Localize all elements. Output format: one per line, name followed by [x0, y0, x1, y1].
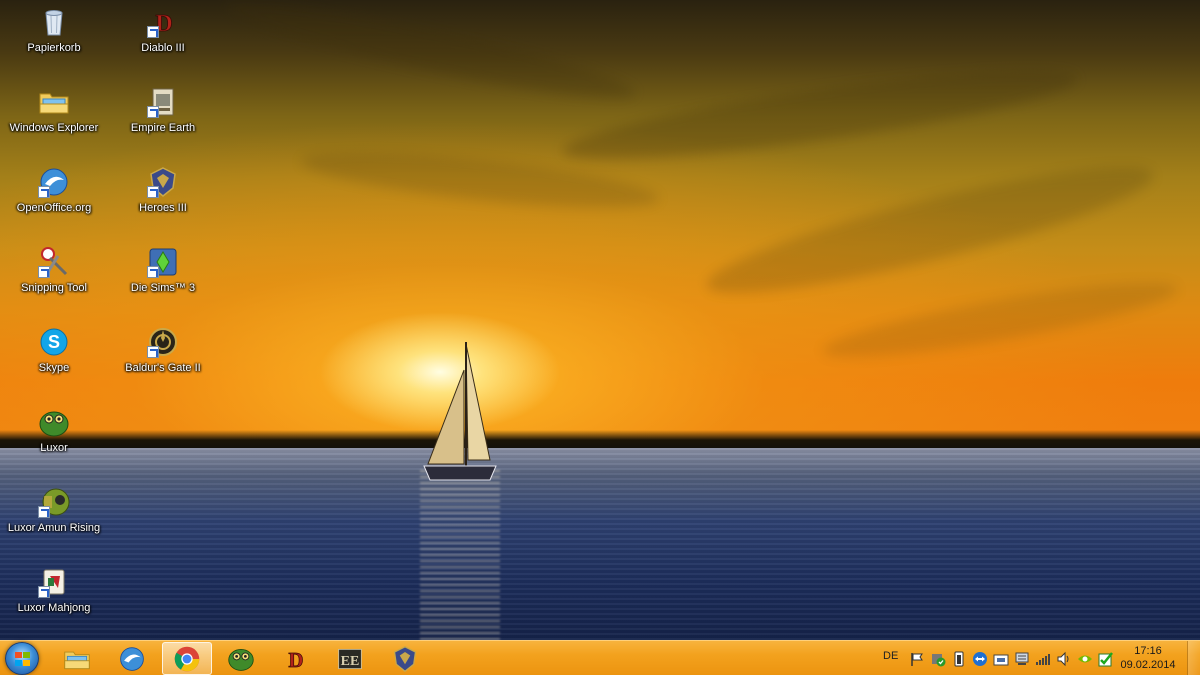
desktop-icon-label: Baldur's Gate II	[125, 362, 201, 374]
baldurs-gate-icon	[147, 326, 179, 358]
scissors-icon	[38, 246, 70, 278]
desktop-icon-label: Papierkorb	[27, 42, 81, 54]
luxor-icon	[228, 648, 254, 671]
skype-icon: S	[38, 326, 70, 358]
taskbar-heroes-iii[interactable]	[380, 642, 430, 675]
svg-text:S: S	[48, 332, 60, 352]
desktop-icon-label: OpenOffice.org	[16, 202, 92, 214]
sun-reflection	[420, 470, 500, 640]
diablo-icon: D	[288, 647, 304, 672]
signal-bars-icon[interactable]	[1035, 651, 1051, 667]
desktop-icon-luxor[interactable]: Luxor	[4, 400, 104, 472]
heroes-icon	[147, 166, 179, 198]
system-tray	[906, 641, 1116, 675]
volume-icon[interactable]	[1056, 651, 1072, 667]
desktop-icon-snipping-tool[interactable]: Snipping Tool	[4, 240, 104, 312]
action-center-flag-icon[interactable]	[909, 651, 925, 667]
update-icon[interactable]	[1098, 651, 1114, 667]
taskbar-empire-earth[interactable]: EE	[325, 642, 375, 675]
nvidia-icon[interactable]	[1077, 651, 1093, 667]
openoffice-icon	[120, 646, 144, 671]
show-desktop-button[interactable]	[1187, 641, 1200, 675]
empire-earth-icon: EE	[338, 648, 362, 669]
diablo-icon: D	[147, 6, 179, 38]
taskbar-openoffice[interactable]	[107, 642, 157, 675]
clock[interactable]: 17:16 09.02.2014	[1120, 644, 1176, 672]
taskbar-chrome[interactable]	[162, 642, 212, 675]
security-icon[interactable]	[930, 651, 946, 667]
empire-earth-icon	[147, 86, 179, 118]
network-icon[interactable]	[1014, 651, 1030, 667]
svg-text:EE: EE	[341, 654, 360, 669]
power-icon[interactable]	[951, 651, 967, 667]
desktop-icon-label: Windows Explorer	[9, 122, 99, 134]
desktop-icon-recycle-bin[interactable]: Papierkorb	[4, 0, 104, 72]
taskbar-luxor[interactable]	[216, 642, 266, 675]
horizon-treeline	[0, 430, 1200, 450]
clock-date: 09.02.2014	[1120, 659, 1176, 671]
desktop-icon-empire-earth[interactable]: Empire Earth	[113, 80, 213, 152]
clock-time: 17:16	[1134, 645, 1162, 657]
desktop-icon-windows-explorer[interactable]: Windows Explorer	[4, 80, 104, 152]
desktop-icon-label: Luxor Amun Rising	[7, 522, 101, 534]
desktop-icon-label: Heroes III	[139, 202, 187, 214]
start-button[interactable]	[5, 642, 39, 675]
desktop-icon-label: Diablo III	[141, 42, 185, 54]
sims-icon	[147, 246, 179, 278]
desktop-icon-label: Luxor	[40, 442, 68, 454]
windows-logo-icon	[15, 652, 31, 667]
desktop-icon-label: Skype	[38, 362, 70, 374]
desktop-icon-baldurs-gate-ii[interactable]: Baldur's Gate II	[113, 320, 213, 392]
taskbar: D EE DE 17:16 09.02.2014	[0, 640, 1200, 675]
desktop-icon-diablo-iii[interactable]: D Diablo III	[113, 0, 213, 72]
teamviewer-icon[interactable]	[972, 651, 988, 667]
network-adapter-icon[interactable]	[993, 651, 1009, 667]
luxor-amun-icon	[38, 486, 70, 518]
luxor-icon	[38, 406, 70, 438]
desktop-icon-heroes-iii[interactable]: Heroes III	[113, 160, 213, 232]
desktop-icon-die-sims-3[interactable]: Die Sims™ 3	[113, 240, 213, 312]
desktop-icon-label: Luxor Mahjong	[17, 602, 91, 614]
desktop-icon-skype[interactable]: S Skype	[4, 320, 104, 392]
taskbar-windows-explorer[interactable]	[52, 642, 102, 675]
folder-icon	[64, 651, 90, 669]
desktop-icon-luxor-mahjong[interactable]: Luxor Mahjong	[4, 560, 104, 632]
chrome-icon	[174, 646, 200, 671]
taskbar-diablo-iii[interactable]: D	[271, 642, 321, 675]
desktop-icon-label: Die Sims™ 3	[130, 282, 196, 294]
openoffice-icon	[38, 166, 70, 198]
mahjong-icon	[38, 566, 70, 598]
desktop-icon-label: Snipping Tool	[21, 282, 87, 294]
desktop-icon-openoffice[interactable]: OpenOffice.org	[4, 160, 104, 232]
folder-icon	[38, 86, 70, 118]
recycle-bin-icon	[38, 6, 70, 38]
svg-text:D: D	[288, 647, 303, 671]
heroes-icon	[393, 645, 417, 672]
desktop-icon-label: Empire Earth	[130, 122, 196, 134]
language-indicator[interactable]: DE	[883, 650, 898, 662]
lake-water	[0, 448, 1200, 640]
sailboat	[423, 342, 497, 481]
desktop-icon-luxor-amun-rising[interactable]: Luxor Amun Rising	[4, 480, 104, 552]
